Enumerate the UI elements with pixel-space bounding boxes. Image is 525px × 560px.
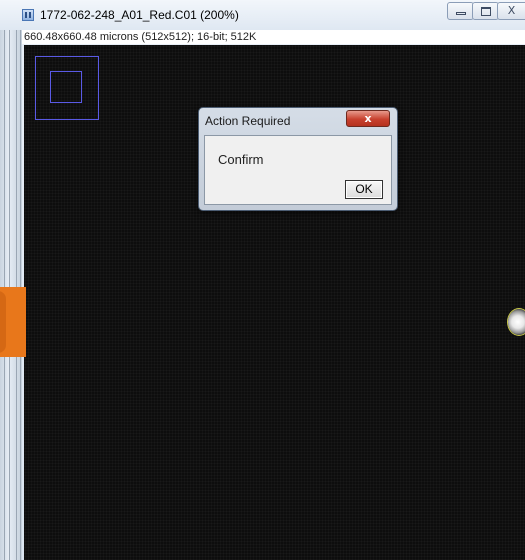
- dialog-body: Confirm OK: [204, 135, 392, 205]
- window-titlebar[interactable]: 1772-062-248_A01_Red.C01 (200%) X: [0, 0, 525, 30]
- close-icon: x: [364, 112, 372, 125]
- bright-cell-spot: [508, 309, 525, 335]
- side-panel-tab[interactable]: [0, 287, 26, 357]
- ok-button-label: OK: [355, 182, 373, 196]
- image-info-text: 660.48x660.48 microns (512x512); 16-bit;…: [24, 31, 257, 43]
- minimize-button[interactable]: [447, 2, 474, 20]
- close-icon: X: [507, 4, 516, 17]
- maximize-icon: [481, 7, 491, 16]
- dialog-close-button[interactable]: x: [346, 110, 390, 127]
- imagej-window-icon: [22, 9, 34, 21]
- action-required-dialog: Action Required x Confirm OK: [198, 107, 398, 211]
- zoom-navigator-viewport[interactable]: [50, 71, 82, 103]
- close-button[interactable]: X: [497, 2, 525, 20]
- window-title: 1772-062-248_A01_Red.C01 (200%): [40, 8, 239, 22]
- dialog-title: Action Required: [205, 114, 291, 128]
- ok-button[interactable]: OK: [345, 180, 383, 199]
- dialog-message: Confirm: [218, 152, 264, 167]
- image-window: 1772-062-248_A01_Red.C01 (200%) X 660.48…: [0, 0, 525, 560]
- minimize-icon: [456, 12, 466, 15]
- maximize-button[interactable]: [472, 2, 499, 20]
- image-info-bar: 660.48x660.48 microns (512x512); 16-bit;…: [22, 30, 525, 44]
